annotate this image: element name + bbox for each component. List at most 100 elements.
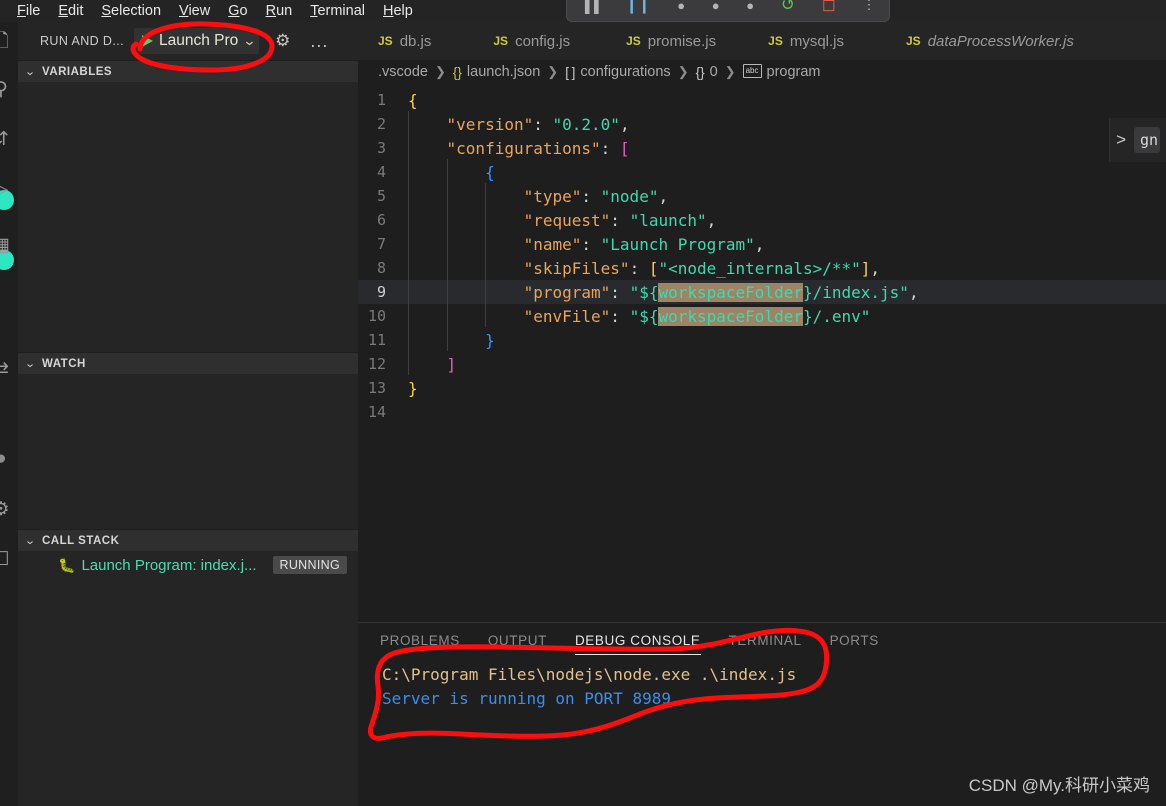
call-stack-item[interactable]: 🐛 Launch Program: index.j... RUNNING [18, 551, 358, 579]
sidebar-section-watch[interactable]: ⌄ WATCH [18, 352, 358, 374]
code-token: "node" [600, 186, 659, 206]
line-number: 14 [367, 403, 386, 421]
tab-ports[interactable]: PORTS [830, 623, 879, 657]
chevron-down-icon[interactable]: ⌄ [23, 534, 38, 547]
menu-item-file[interactable]: File [8, 0, 49, 22]
more-icon[interactable]: ⋮ [863, 0, 876, 13]
breadcrumb-item-configurations[interactable]: configurations [580, 64, 670, 80]
code-line-3: 3 "configurations": [ [358, 136, 1166, 160]
run-debug-icon[interactable]: ▷ [0, 172, 18, 206]
run-and-debug-sidebar: RUN AND D... Launch Pro ⌄ ⚙ ... ⌄ VARIAB… [18, 22, 358, 806]
menu-item-help[interactable]: Help [374, 0, 422, 22]
menu-item-view[interactable]: View [170, 0, 219, 22]
code-token: "version" [446, 114, 534, 134]
search-icon[interactable]: ⚲ [0, 72, 18, 106]
chevron-down-icon[interactable]: ⌄ [23, 65, 38, 78]
js-file-icon: JS [768, 34, 783, 48]
step-into-icon[interactable]: ● [712, 0, 720, 13]
code-line-5: 5 "type": "node", [358, 184, 1166, 208]
chevron-down-icon[interactable]: ⌄ [23, 357, 38, 370]
code-line-14: 14 [358, 400, 1166, 424]
code-editor[interactable]: 1 { 2 "version": "0.2.0", 3 "configurati… [358, 84, 1166, 604]
code-token: "Launch Program" [600, 234, 755, 254]
code-token: "envFile" [523, 306, 611, 326]
pause-icon[interactable]: ❙❙ [625, 0, 650, 14]
code-token: ] [446, 354, 457, 374]
editor-tab-promise-js[interactable]: JS promise.js [588, 22, 734, 60]
code-token: "0.2.0" [552, 114, 620, 134]
code-line-13: 13 } [358, 376, 1166, 400]
menu-item-selection[interactable]: Selection [92, 0, 170, 22]
menu-item-edit[interactable]: Edit [49, 0, 92, 22]
restart-icon[interactable]: ↺ [781, 0, 795, 15]
tab-terminal[interactable]: TERMINAL [729, 623, 802, 657]
editor-right-widget[interactable]: > gn [1109, 118, 1166, 162]
array-symbol-icon: [ ] [565, 64, 576, 80]
continue-icon[interactable]: ▐▐ [580, 0, 598, 13]
code-line-9: 9 "program": "${workspaceFolder}/index.j… [358, 280, 1166, 304]
remote-icon[interactable]: ⇄ [0, 352, 18, 386]
launch-configuration-dropdown[interactable]: Launch Pro ⌄ [133, 28, 260, 54]
explorer-icon[interactable]: 🗋 [0, 26, 18, 60]
status-badge: RUNNING [272, 556, 347, 574]
gear-icon[interactable]: ⚙ [275, 31, 290, 51]
line-number: 11 [367, 331, 386, 349]
editor-tab-db-js[interactable]: JS db.js [358, 22, 449, 60]
code-line-11: 11 } [358, 328, 1166, 352]
code-token: } [485, 330, 495, 350]
breadcrumb-item-index-0[interactable]: 0 [710, 64, 718, 80]
menu-item-terminal[interactable]: Terminal [301, 0, 374, 22]
breadcrumb-item-vscode[interactable]: .vscode [378, 64, 428, 80]
code-token: "<node_internals>/**" [658, 258, 861, 278]
call-stack-body: 🐛 Launch Program: index.j... RUNNING [18, 551, 358, 579]
tab-problems[interactable]: PROBLEMS [380, 623, 460, 657]
sidebar-header: RUN AND D... Launch Pro ⌄ ⚙ ... [18, 22, 358, 60]
settings-gear-icon[interactable]: ⚙ [0, 492, 18, 526]
code-token: "skipFiles" [523, 258, 630, 278]
tab-debug-console[interactable]: DEBUG CONSOLE [574, 623, 701, 657]
sidebar-title: RUN AND D... [40, 34, 124, 48]
editor-tab-config-js[interactable]: JS config.js [449, 22, 588, 60]
code-line-8: 8 "skipFiles": ["<node_internals>/**"], [358, 256, 1166, 280]
step-over-icon[interactable]: ● [677, 0, 685, 13]
line-number: 1 [376, 91, 386, 109]
chevron-right-icon[interactable]: > [1116, 130, 1126, 150]
play-icon[interactable] [141, 35, 153, 47]
code-token: }/index.js" [802, 282, 909, 302]
code-line-4: 4 { [358, 160, 1166, 184]
code-line-12: 12 ] [358, 352, 1166, 376]
step-out-icon[interactable]: ● [746, 0, 754, 13]
more-actions-icon[interactable]: ... [310, 31, 328, 52]
editor-tab-mysql-js[interactable]: JS mysql.js [734, 22, 862, 60]
code-token: ] [860, 258, 871, 278]
chevron-right-icon: ❯ [677, 64, 689, 79]
code-token: { [485, 162, 495, 182]
breadcrumb-item-launch-json[interactable]: launch.json [467, 64, 540, 80]
debug-console-output[interactable]: C:\Program Files\nodejs\node.exe .\index… [358, 657, 1166, 711]
tab-label: config.js [515, 32, 571, 50]
menu-item-run[interactable]: Run [257, 0, 302, 22]
js-file-icon: JS [906, 34, 921, 48]
editor-tab-bar: JS db.js JS config.js JS promise.js JS m… [358, 22, 1166, 60]
sidebar-section-variables[interactable]: ⌄ VARIABLES [18, 60, 358, 82]
extensions-icon[interactable]: ▦ [0, 228, 18, 262]
code-token: } [408, 378, 418, 398]
sidebar-section-call-stack[interactable]: ⌄ CALL STACK [18, 529, 358, 551]
bug-icon: 🐛 [58, 556, 76, 573]
code-line-7: 7 "name": "Launch Program", [358, 232, 1166, 256]
tab-label: db.js [399, 32, 432, 50]
menu-item-go[interactable]: Go [219, 0, 256, 22]
editor-tab-dataprocessworker-js[interactable]: JS dataProcessWorker.js [862, 22, 1092, 60]
breadcrumb-item-program[interactable]: program [767, 64, 821, 80]
code-token: "type" [523, 186, 582, 206]
js-file-icon: JS [626, 34, 641, 48]
tab-label: mysql.js [789, 32, 844, 50]
chevron-down-icon[interactable]: ⌄ [243, 33, 257, 49]
account-icon[interactable]: ● [0, 442, 18, 476]
line-number: 6 [376, 211, 386, 229]
tab-output[interactable]: OUTPUT [488, 623, 547, 657]
code-token: "name" [523, 234, 582, 254]
test-icon[interactable]: ☐ [0, 542, 18, 576]
stop-icon[interactable]: ◻ [822, 0, 836, 15]
source-control-icon[interactable]: ⇵ [0, 122, 18, 156]
